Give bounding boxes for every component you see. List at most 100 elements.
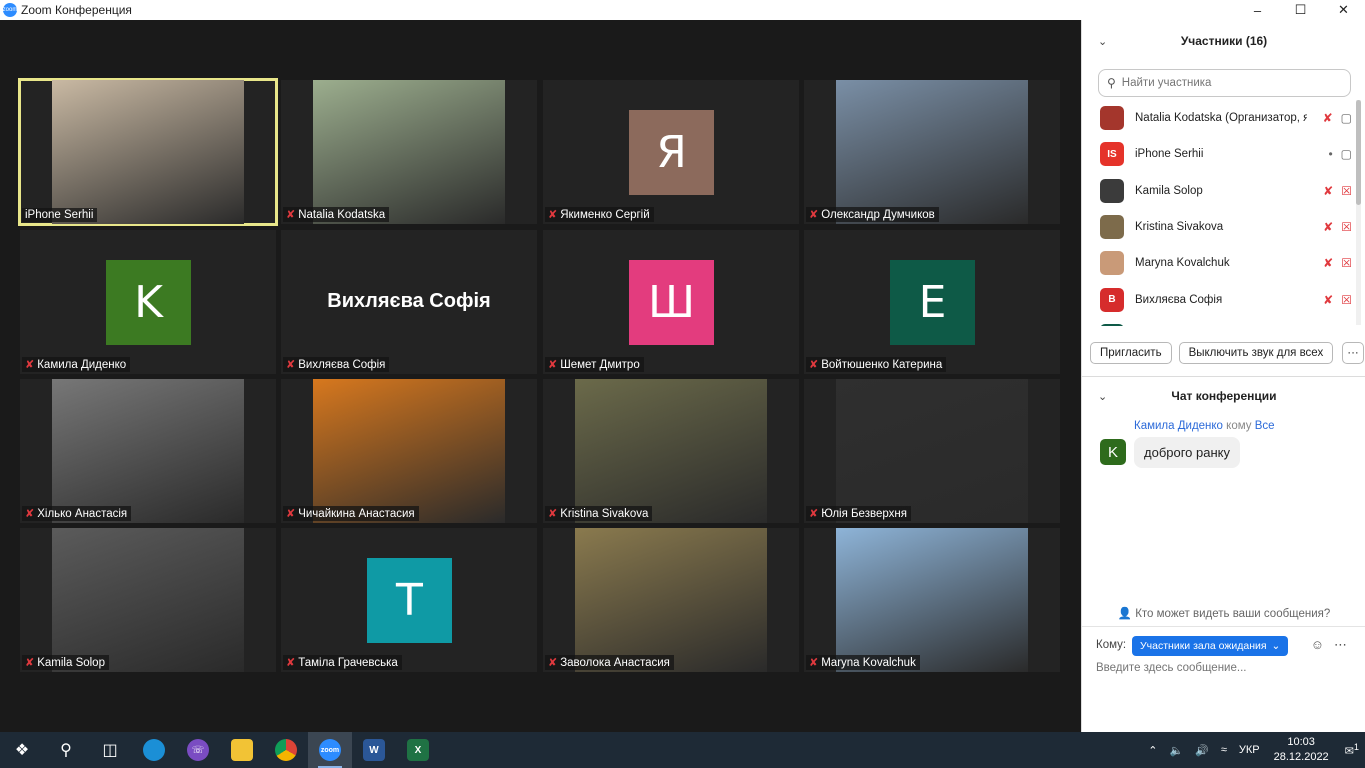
chrome-button[interactable] [264,732,308,768]
edge-icon [143,739,165,761]
explorer-button[interactable] [220,732,264,768]
participant-row[interactable]: Maryna Kovalchuk ✘ ☒ [1082,245,1354,281]
video-tile[interactable]: ✘ Kamila Solop [20,528,276,672]
video-tile[interactable]: E ✘ Войтюшенко Катерина [804,230,1060,374]
video-off-icon[interactable]: ☒ [1341,220,1352,234]
video-tile[interactable]: K ✘ Камила Диденко [20,230,276,374]
mute-all-button[interactable]: Выключить звук для всех [1178,342,1334,364]
panel-divider [1082,376,1365,377]
clock[interactable]: 10:03 28.12.2022 [1274,735,1329,765]
tile-name-label: ✘ Олександр Думчиков [806,207,939,222]
mic-muted-icon[interactable]: ✘ [1323,111,1333,125]
video-tile[interactable]: iPhone Serhii [18,78,278,226]
task-view-button[interactable]: ◫ [88,732,132,768]
invite-button[interactable]: Пригласить [1090,342,1172,364]
participant-row[interactable]: Kristina Sivakova ✘ ☒ [1082,209,1354,245]
edge-button[interactable] [132,732,176,768]
video-tile[interactable]: ✘ Юлія Безверхня [804,379,1060,523]
video-icon[interactable]: ▢ [1341,147,1352,161]
participant-video [836,80,1028,224]
language-indicator[interactable]: УКР [1239,744,1260,756]
mic-muted-icon[interactable]: ✘ [1323,293,1333,307]
recipient-select[interactable]: Участники зала ожидания ⌄ [1132,636,1289,656]
video-tile[interactable]: ✘ Чичайкина Анастасия [281,379,537,523]
word-button[interactable]: W [352,732,396,768]
video-tile[interactable]: ✘ Maryna Kovalchuk [804,528,1060,672]
mic-muted-icon: ✘ [809,359,819,371]
tile-name-label: ✘ Таміла Грачевська [283,655,402,670]
scrollbar-thumb[interactable] [1356,100,1361,205]
video-tile[interactable]: ✘ Хілько Анастасія [20,379,276,523]
video-tile[interactable]: Ш ✘ Шемет Дмитро [543,230,799,374]
video-off-icon[interactable]: ☒ [1341,184,1352,198]
participant-avatar [1100,215,1124,240]
video-tile[interactable]: Вихляєва Софія ✘ Вихляєва Софія [281,230,537,374]
video-tile[interactable]: T ✘ Таміла Грачевська [281,528,537,672]
message-recipient[interactable]: Все [1255,420,1275,432]
tile-name-label: ✘ Kristina Sivakova [545,506,653,521]
video-off-icon[interactable]: ☒ [1341,293,1352,307]
participant-avatar: Я [629,110,714,195]
mic-muted-icon: ✘ [809,209,819,221]
participant-search[interactable]: ⚲ [1098,69,1351,97]
video-tile[interactable]: ✘ Natalia Kodatska [281,80,537,224]
excel-button[interactable]: X [396,732,440,768]
tile-name-text: Хілько Анастасія [37,507,128,520]
notifications-icon[interactable]: ✉1 [1345,742,1359,758]
maximize-button[interactable]: ☐ [1279,0,1322,20]
speaker-icon[interactable]: 🔈 [1169,744,1183,757]
chat-divider [1082,626,1365,627]
mic-muted-icon: ✘ [809,508,819,520]
participant-search-input[interactable] [1121,77,1337,89]
viber-button[interactable]: ☏ [176,732,220,768]
start-button[interactable]: ❖ [0,732,44,768]
zoom-icon: zoom [319,739,341,761]
chat-message-input[interactable] [1096,662,1351,674]
video-tile[interactable]: ✘ Kristina Sivakova [543,379,799,523]
search-button[interactable]: ⚲ [44,732,88,768]
notification-count: 1 [1353,742,1359,753]
mic-muted-icon[interactable]: ✘ [1323,220,1333,234]
chevron-up-icon[interactable]: ⌃ [1148,744,1157,757]
participant-row[interactable] [1082,318,1354,326]
close-button[interactable]: ✕ [1322,0,1365,20]
volume-icon[interactable]: 🔊 [1195,744,1209,757]
video-tile[interactable]: ✘ Заволока Анастасия [543,528,799,672]
participant-video [52,528,244,672]
mic-muted-icon: ✘ [286,359,296,371]
mic-muted-icon: ✘ [548,508,558,520]
mic-icon[interactable]: • [1328,147,1332,161]
mic-muted-icon[interactable]: ✘ [1323,184,1333,198]
tile-name-label: ✘ Заволока Анастасия [545,655,674,670]
message-meta: Камила Диденко кому Все [1134,420,1275,432]
more-options-button[interactable]: ··· [1342,342,1364,364]
participants-header: ⌄ Участники (16) [1082,30,1365,52]
chat-header: ⌄ Чат конференции [1082,385,1365,407]
who-can-see-link[interactable]: 👤 Кто может видеть ваши сообщения? [1082,606,1365,620]
message-sender[interactable]: Камила Диденко [1134,420,1223,432]
collapse-chat-chevron-icon[interactable]: ⌄ [1098,390,1107,403]
to-label: Кому: [1096,639,1127,651]
participant-status-icons: ✘ ☒ [1323,220,1352,234]
tile-name-label: ✘ Вихляєва Софія [283,357,390,372]
participant-row[interactable]: IS iPhone Serhii • ▢ [1082,136,1354,172]
wifi-icon[interactable]: ≈ [1221,744,1227,756]
participant-row[interactable]: B Вихляєва Софія ✘ ☒ [1082,281,1354,317]
video-tile[interactable]: Я ✘ Якименко Сергій [543,80,799,224]
video-icon[interactable]: ▢ [1341,111,1352,125]
video-tile[interactable]: ✘ Олександр Думчиков [804,80,1060,224]
mic-muted-icon[interactable]: ✘ [1323,256,1333,270]
minimize-button[interactable]: – [1236,0,1279,20]
excel-icon: X [407,739,429,761]
clock-date: 28.12.2022 [1273,751,1329,763]
participants-scrollbar[interactable] [1356,100,1361,325]
participant-row[interactable]: Natalia Kodatska (Организатор, я) ✘ ▢ [1082,100,1354,136]
video-off-icon[interactable]: ☒ [1341,256,1352,270]
participant-row[interactable]: Kamila Solop ✘ ☒ [1082,173,1354,209]
participant-avatar: E [890,260,975,345]
emoji-icon[interactable]: ☺ [1311,637,1324,653]
collapse-participants-chevron-icon[interactable]: ⌄ [1098,35,1107,48]
more-icon[interactable]: ⋯ [1334,637,1347,653]
zoom-taskbar-button[interactable]: zoom [308,732,352,768]
tile-name-text: Таміла Грачевська [298,656,398,669]
